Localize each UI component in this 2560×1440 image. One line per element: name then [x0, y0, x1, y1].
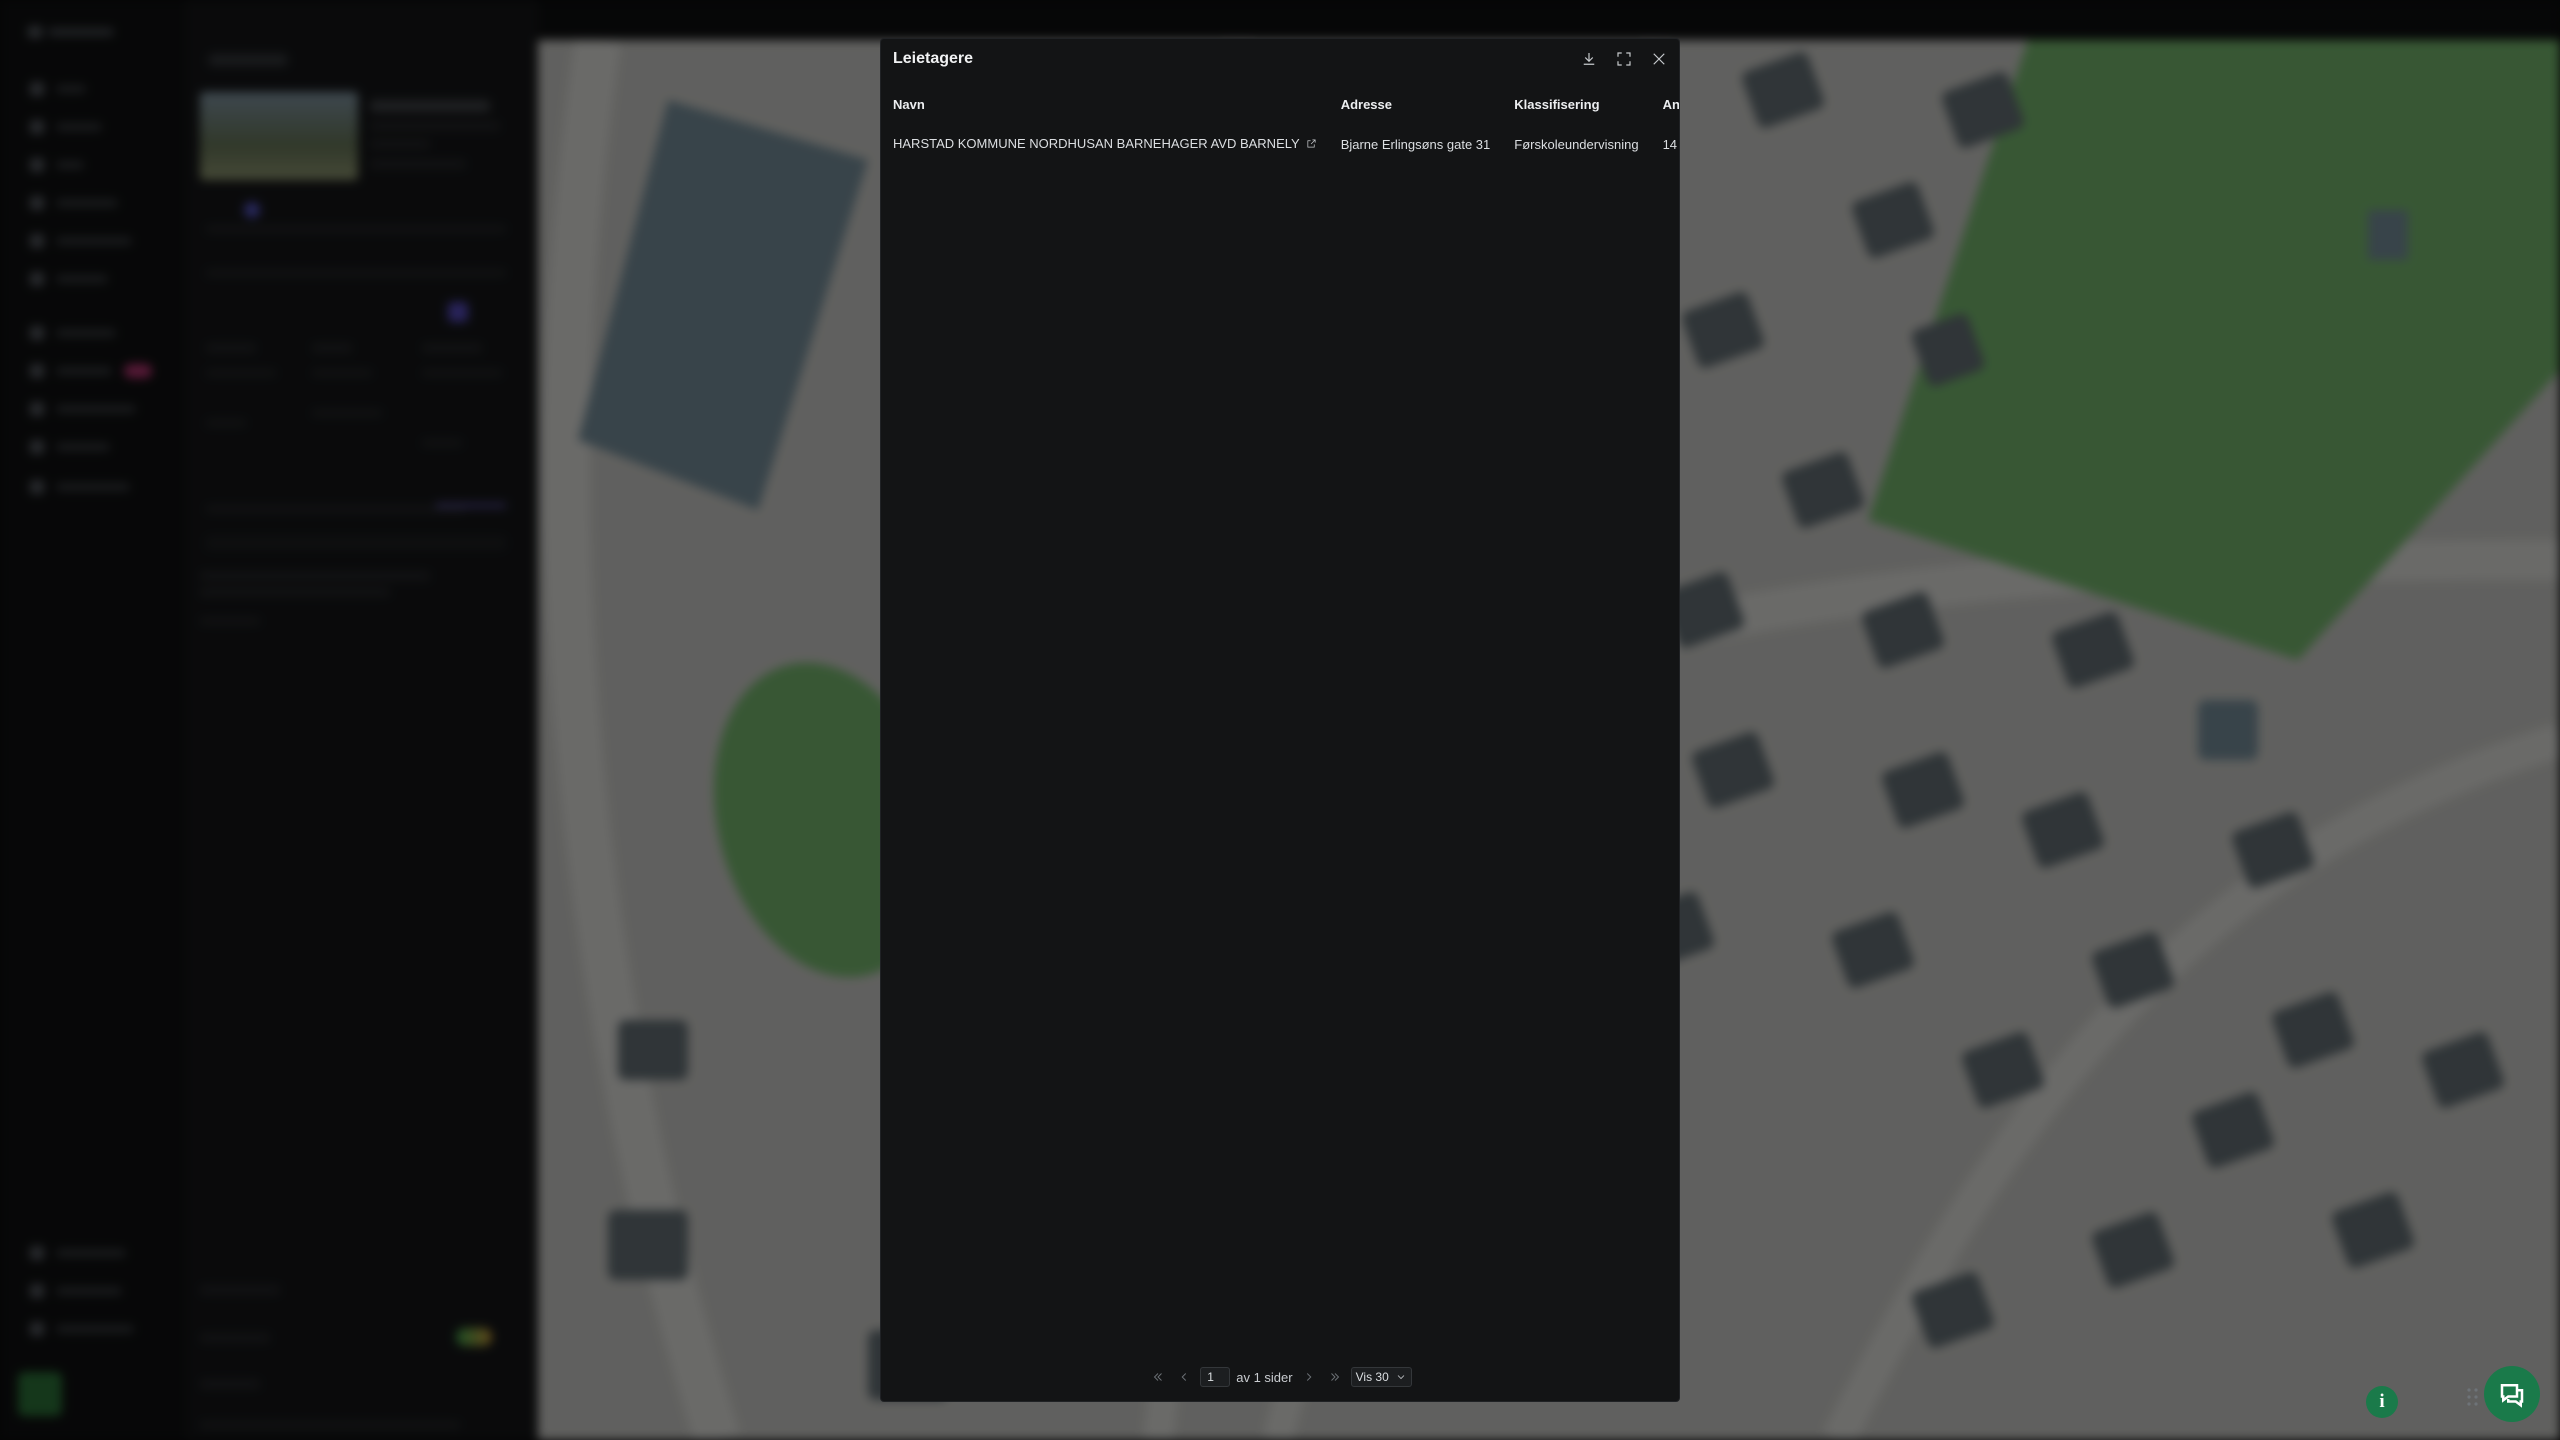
fullscreen-button[interactable]	[1613, 48, 1635, 70]
chat-button[interactable]	[2484, 1366, 2540, 1422]
close-icon	[1650, 50, 1668, 68]
column-header-adresse[interactable]: Adresse	[1329, 87, 1503, 121]
chevron-down-icon	[1395, 1371, 1407, 1383]
dialog-header: Leietagere	[881, 39, 1679, 79]
cell-klassifisering: Førskoleundervisning	[1514, 136, 1639, 152]
tenants-table: Navn Adresse Klassifisering Ans HARSTAD …	[881, 87, 1679, 167]
page-count-label: av 1 sider	[1236, 1369, 1293, 1385]
cell-adresse: Bjarne Erlingsøns gate 31	[1340, 136, 1491, 152]
table-row: HARSTAD KOMMUNE NORDHUSAN BARNEHAGER AVD…	[881, 121, 1679, 167]
chevron-left-icon	[1177, 1370, 1191, 1384]
external-link-icon[interactable]	[1306, 137, 1317, 152]
double-chevron-right-icon	[1328, 1370, 1342, 1384]
chat-icon	[2497, 1379, 2527, 1409]
pagination: av 1 sider Vis 30	[881, 1365, 1679, 1389]
last-page-button[interactable]	[1325, 1367, 1345, 1387]
table-header-row: Navn Adresse Klassifisering Ans	[881, 87, 1679, 121]
download-button[interactable]	[1578, 48, 1600, 70]
tenants-table-container: Navn Adresse Klassifisering Ans HARSTAD …	[881, 87, 1679, 167]
tenant-name[interactable]: HARSTAD KOMMUNE NORDHUSAN BARNEHAGER AVD…	[893, 136, 1300, 151]
column-header-navn[interactable]: Navn	[881, 87, 1329, 121]
info-icon: i	[2379, 1391, 2385, 1412]
dialog-title: Leietagere	[893, 50, 974, 67]
column-header-klassifisering[interactable]: Klassifisering	[1502, 87, 1650, 121]
page-size-select[interactable]: Vis 30	[1350, 1367, 1412, 1387]
column-header-ansatte[interactable]: Ans	[1651, 87, 1679, 121]
next-page-button[interactable]	[1299, 1367, 1319, 1387]
previous-page-button[interactable]	[1174, 1367, 1194, 1387]
fullscreen-icon	[1615, 50, 1633, 68]
double-chevron-left-icon	[1151, 1370, 1165, 1384]
drag-handle-icon[interactable]	[2466, 1386, 2480, 1408]
page-size-value: Vis 30	[1355, 1370, 1389, 1384]
close-button[interactable]	[1648, 48, 1670, 70]
first-page-button[interactable]	[1148, 1367, 1168, 1387]
download-icon	[1580, 50, 1598, 68]
cell-navn[interactable]: HARSTAD KOMMUNE NORDHUSAN BARNEHAGER AVD…	[881, 121, 1329, 167]
tenants-dialog: Leietagere Navn Adresse Klassifisering A…	[880, 38, 1680, 1402]
cell-ansatte: 14	[1662, 136, 1678, 152]
info-button[interactable]: i	[2366, 1386, 2398, 1418]
chevron-right-icon	[1302, 1370, 1316, 1384]
page-number-input[interactable]	[1200, 1367, 1231, 1387]
